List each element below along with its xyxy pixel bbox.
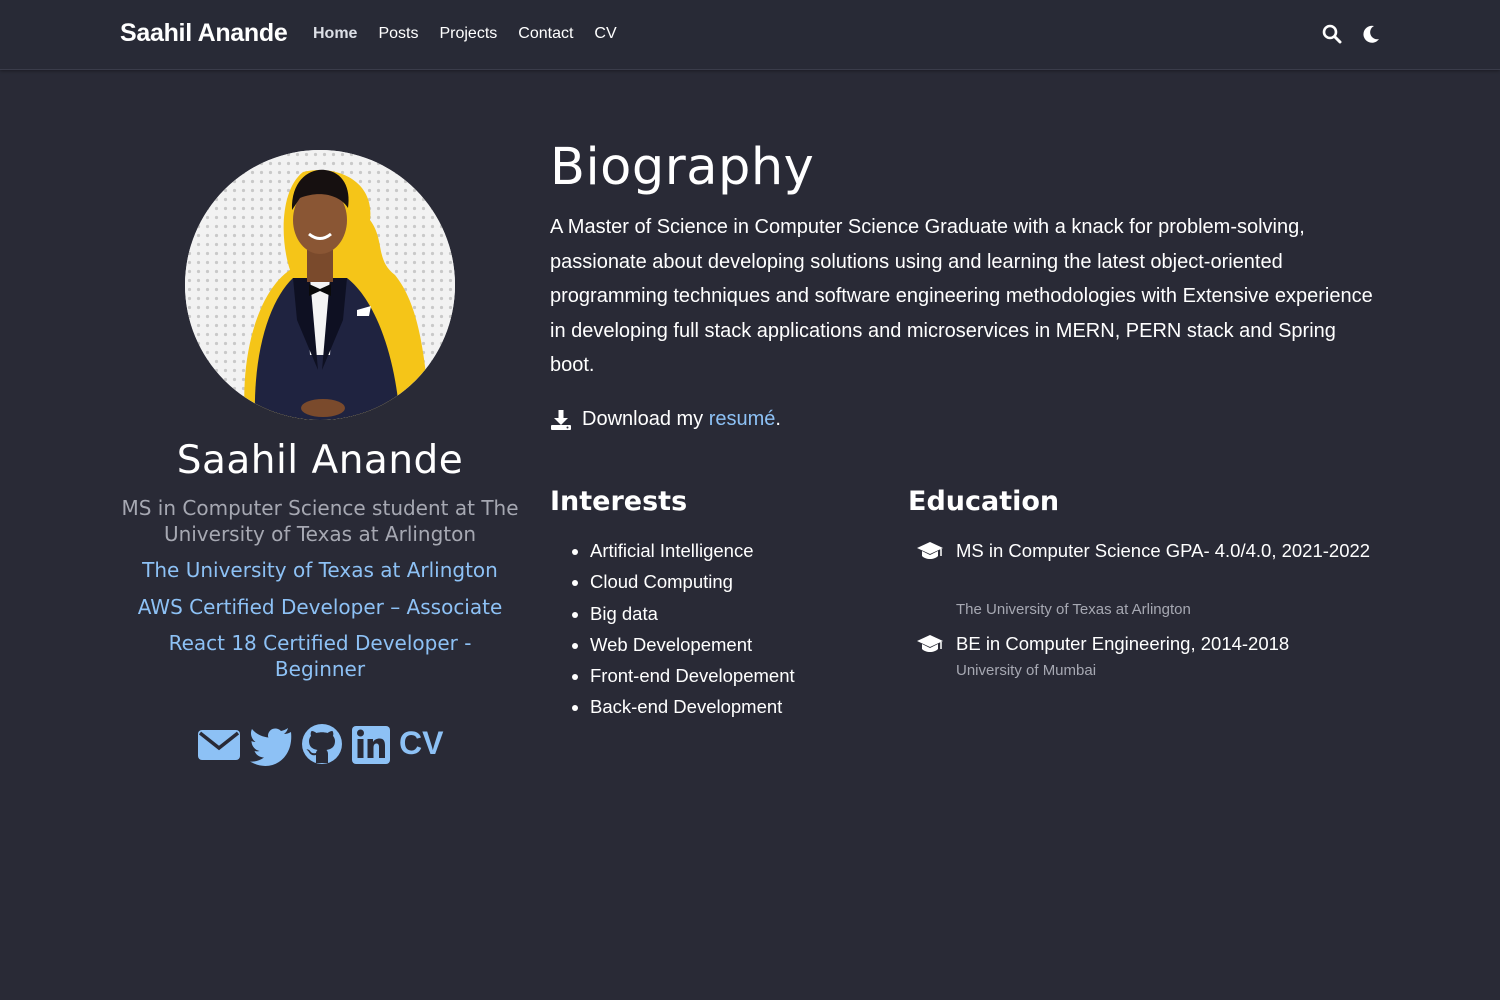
interests-title: Interests (550, 486, 688, 517)
nav-cv[interactable]: CV (594, 25, 616, 43)
avatar (185, 150, 455, 420)
navbar: Saahil Anande Home Posts Projects Contac… (0, 0, 1500, 70)
list-item: Web Developement (590, 629, 795, 660)
nav-links: Home Posts Projects Contact CV (313, 25, 638, 43)
download-suffix: . (775, 408, 781, 430)
list-item: Big data (590, 598, 795, 629)
list-item: Cloud Computing (590, 566, 795, 597)
moon-icon[interactable] (1361, 24, 1381, 44)
download-icon (551, 409, 571, 430)
list-item: Artificial Intelligence (590, 535, 795, 566)
nav-posts[interactable]: Posts (378, 25, 418, 43)
education-institution: University of Mumbai (956, 662, 1097, 679)
react-certification-link[interactable]: React 18 Certified Developer - Beginner (150, 630, 490, 682)
interests-list: Artificial Intelligence Cloud Computing … (550, 535, 795, 723)
profile-name: Saahil Anande (176, 438, 464, 483)
list-item: Front-end Developement (590, 660, 795, 691)
profile-role: MS in Computer Science student at The Un… (121, 496, 519, 546)
site-brand[interactable]: Saahil Anande (120, 19, 288, 48)
search-icon[interactable] (1322, 24, 1342, 44)
email-icon[interactable] (197, 722, 241, 766)
resume-link[interactable]: resumé (709, 408, 776, 431)
list-item: Back-end Development (590, 691, 795, 722)
education-title: Education (908, 486, 1060, 517)
education-course: MS in Computer Science GPA- 4.0/4.0, 202… (956, 540, 1371, 561)
education-institution: The University of Texas at Arlington (956, 601, 1191, 618)
profile-photo (185, 150, 455, 420)
education-course: BE in Computer Engineering, 2014-2018 (956, 633, 1290, 654)
nav-home[interactable]: Home (313, 25, 357, 43)
twitter-icon[interactable] (249, 722, 293, 766)
university-link[interactable]: The University of Texas at Arlington (110, 557, 530, 583)
aws-certification-link[interactable]: AWS Certified Developer – Associate (110, 594, 530, 620)
linkedin-icon[interactable] (351, 722, 391, 766)
nav-projects[interactable]: Projects (439, 25, 497, 43)
cv-icon[interactable]: CV (399, 724, 443, 768)
graduation-cap-icon (917, 635, 943, 652)
download-resume: Download my resumé . (550, 408, 781, 431)
github-icon[interactable] (300, 722, 344, 766)
download-prefix: Download my (582, 408, 709, 430)
nav-contact[interactable]: Contact (518, 25, 573, 43)
graduation-cap-icon (917, 542, 943, 559)
biography-title: Biography (550, 138, 815, 197)
biography-text: A Master of Science in Computer Science … (550, 216, 1373, 376)
